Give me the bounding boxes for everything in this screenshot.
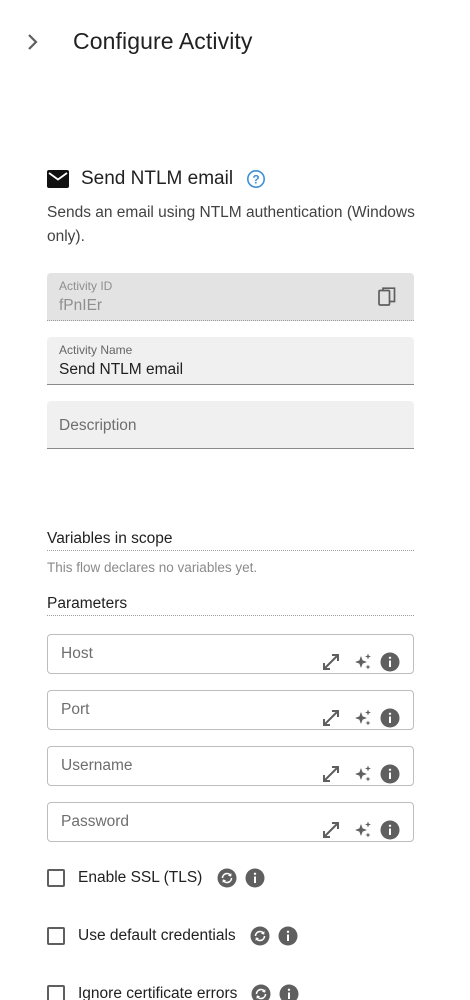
info-icon[interactable]: [380, 764, 400, 784]
activity-id-value: fPnIEr: [59, 297, 103, 314]
chevron-right-icon[interactable]: [20, 28, 46, 56]
activity-title: Send NTLM email: [81, 168, 234, 189]
use-default-credentials-row: Use default credentials: [47, 924, 298, 948]
password-placeholder[interactable]: Password: [61, 813, 129, 831]
help-icon[interactable]: ?: [246, 169, 266, 189]
variables-section-title: Variables in scope: [47, 530, 414, 551]
variables-empty-note: This flow declares no variables yet.: [47, 560, 258, 575]
activity-id-label: Activity ID: [59, 279, 113, 293]
info-icon[interactable]: [380, 708, 400, 728]
panel-header: Configure Activity: [0, 0, 470, 84]
sync-icon[interactable]: [217, 868, 237, 888]
ignore-certificate-errors-label[interactable]: Ignore certificate errors: [78, 985, 237, 1000]
parameters-section-title: Parameters: [47, 595, 414, 616]
sparkle-icon[interactable]: [352, 651, 374, 673]
host-input[interactable]: Host: [47, 634, 414, 674]
sync-icon[interactable]: [250, 926, 270, 946]
expand-icon[interactable]: [320, 707, 342, 729]
enable-ssl-checkbox[interactable]: [47, 869, 65, 887]
copy-icon[interactable]: [376, 286, 398, 308]
password-input[interactable]: Password: [47, 802, 414, 842]
sparkle-icon[interactable]: [352, 763, 374, 785]
page-title: Configure Activity: [73, 28, 253, 54]
activity-name-value[interactable]: Send NTLM email: [59, 361, 183, 379]
sync-icon[interactable]: [251, 984, 271, 1000]
host-placeholder[interactable]: Host: [61, 645, 93, 663]
info-icon[interactable]: [380, 652, 400, 672]
activity-name-field[interactable]: Activity Name Send NTLM email: [47, 337, 414, 385]
activity-id-field: Activity ID fPnIEr: [47, 273, 414, 321]
description-placeholder[interactable]: Description: [59, 417, 137, 435]
sparkle-icon[interactable]: [352, 819, 374, 841]
svg-text:?: ?: [252, 172, 259, 186]
activity-description: Sends an email using NTLM authentication…: [47, 204, 415, 245]
enable-ssl-row: Enable SSL (TLS): [47, 866, 265, 890]
info-icon[interactable]: [245, 868, 265, 888]
port-placeholder[interactable]: Port: [61, 701, 89, 719]
port-input[interactable]: Port: [47, 690, 414, 730]
expand-icon[interactable]: [320, 819, 342, 841]
mail-icon: [47, 170, 69, 188]
info-icon[interactable]: [380, 820, 400, 840]
info-icon[interactable]: [279, 984, 299, 1000]
username-placeholder[interactable]: Username: [61, 757, 133, 775]
sparkle-icon[interactable]: [352, 707, 374, 729]
ignore-certificate-errors-checkbox[interactable]: [47, 985, 65, 1000]
ignore-certificate-errors-row: Ignore certificate errors: [47, 982, 299, 1000]
activity-name-label: Activity Name: [59, 343, 133, 357]
info-icon[interactable]: [278, 926, 298, 946]
use-default-credentials-label[interactable]: Use default credentials: [78, 927, 236, 945]
expand-icon[interactable]: [320, 763, 342, 785]
enable-ssl-label[interactable]: Enable SSL (TLS): [78, 869, 202, 887]
expand-icon[interactable]: [320, 651, 342, 673]
description-field[interactable]: Description: [47, 401, 414, 449]
activity-heading: Send NTLM email ?: [47, 164, 417, 194]
username-input[interactable]: Username: [47, 746, 414, 786]
use-default-credentials-checkbox[interactable]: [47, 927, 65, 945]
